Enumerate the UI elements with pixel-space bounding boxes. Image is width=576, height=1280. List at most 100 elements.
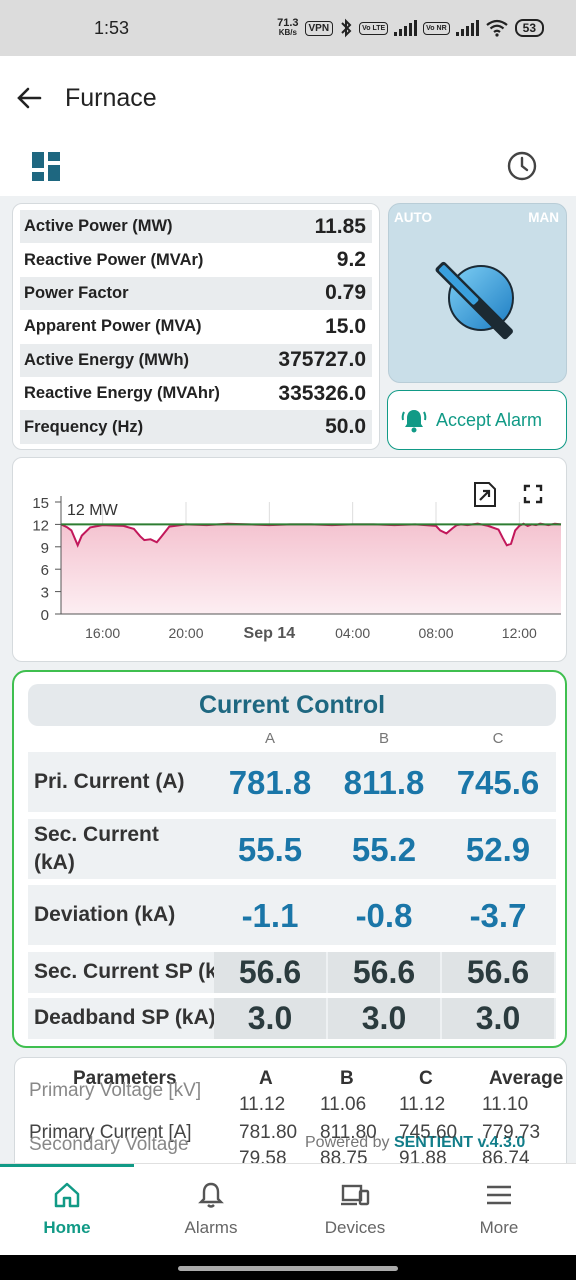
power-label: Frequency (Hz) [24,417,144,436]
net-speed: 71.3 KB/s [277,17,299,38]
alarm-bell-icon [401,410,427,433]
column-header: A [264,730,275,747]
bluetooth-icon [341,18,352,38]
row-value: 781.8 [228,764,312,801]
power-values-card: Active Power (MW) 11.85 Reactive Power (MV… [12,203,380,450]
row-value: 55.5 [237,831,303,868]
status-time: 1:53 [94,17,130,38]
power-row: Active Power (MW) 11.85 [20,210,372,244]
row-value: 52.9 [465,831,531,868]
home-icon [54,1182,80,1208]
power-value: 9.2 [336,248,366,272]
power-label: Power Factor [24,283,129,302]
auto-manual-switch[interactable]: AUTO MAN [388,203,567,383]
parameter-value: 811.80 [320,1122,377,1143]
bell-icon [198,1182,224,1208]
battery-icon: 53 [514,19,544,37]
devices-icon [341,1184,370,1206]
nav-item-more[interactable]: More [434,1180,564,1238]
power-trend-chart: 15 12 9 6 3 0 16:00 20:00 Sep 14 04:00 08:00 12:00 1… [12,457,567,662]
setpoint-input[interactable]: 3.0 [328,998,440,1039]
export-file-icon[interactable] [474,482,496,507]
setpoint-input[interactable]: 3.0 [442,998,554,1039]
parameter-value: 11.12 [239,1094,286,1115]
power-label: Reactive Power (MVAr) [24,250,204,269]
back-arrow-icon[interactable] [14,82,46,114]
nav-label: Devices [324,1218,386,1237]
parameters-header: A [259,1068,273,1089]
parameter-value: 11.06 [320,1094,367,1115]
chart-y-tick-label: 15 [32,495,49,512]
power-value: 50.0 [325,415,366,439]
power-label: Active Power (MW) [24,217,173,236]
volte-icon: Vo LTE [359,21,389,35]
column-header: C [492,730,504,747]
nav-item-alarms[interactable]: Alarms [146,1180,276,1238]
power-row: Apparent Power (MVA) 15.0 [20,310,372,343]
chart-x-tick-label: 12:00 [502,625,537,641]
signal-icon-2 [455,20,479,36]
row-value: -1.1 [241,897,299,934]
row-value: 55.2 [351,831,417,868]
nav-label: Home [43,1218,91,1237]
history-clock-icon[interactable] [506,150,538,182]
setpoint-input[interactable]: 3.0 [214,998,326,1039]
row-label: Deviation (kA) [34,903,176,926]
power-value: 15.0 [325,314,366,338]
dashboard-icon[interactable] [32,152,62,182]
parameter-value: 11.10 [482,1094,529,1115]
nav-item-home[interactable]: Home [2,1180,132,1238]
vpn-icon: VPN [304,20,334,36]
row-value: 811.8 [343,764,425,801]
status-icons: 71.3 KB/s VPN Vo LTE Vo NR 53 [277,18,544,38]
parameter-label: Primary Voltage [kV] [29,1080,202,1101]
row-label: Sec. Current SP (kA) [34,960,214,983]
chart-area-fill [61,523,561,614]
chart-y-tick-label: 0 [41,607,49,624]
power-row: Power Factor 0.79 [20,276,372,311]
power-row: Frequency (Hz) 50.0 [20,410,372,444]
setpoint-input[interactable]: 56.6 [442,952,554,993]
vonr-icon: Vo NR [423,21,450,35]
row-value: 745.6 [456,764,540,801]
setpoint-input[interactable]: 56.6 [328,952,440,993]
parameters-header: B [340,1068,354,1089]
parameter-label: Secondary Voltage [29,1134,189,1155]
column-header: B [378,730,389,747]
power-value: 0.79 [325,281,366,305]
chart-y-tick-label: 3 [41,585,49,602]
parameters-header: Average [489,1068,564,1089]
accept-alarm-button[interactable]: Accept Alarm [387,390,567,450]
parameter-value: 11.12 [399,1094,446,1115]
fullscreen-icon[interactable] [523,484,543,504]
power-label: Reactive Energy (MVAhr) [24,384,220,403]
signal-icon [394,20,418,36]
chart-x-tick-label: 16:00 [85,625,120,641]
bottom-navigation: Home Alarms Devices More [0,1163,576,1255]
chart-y-tick-label: 6 [41,562,49,579]
current-control-card: Current Control A B C Pri. Current (A) 781.8… [12,670,567,1048]
current-control-row: Sec. Current SP (kA)56.656.656.6 [28,952,556,993]
current-control-row: Deadband SP (kA) 3.0 3.0 3.0 [28,998,556,1039]
parameter-value: 779.73 [482,1122,541,1143]
row-value: -3.7 [469,897,527,934]
menu-icon [487,1185,511,1205]
row-label: Deadband SP (kA) [34,1006,214,1029]
chart-x-tick-label: 08:00 [418,625,453,641]
chart-y-tick-label: 9 [41,540,49,557]
chart-series-label: 12 MW [67,502,119,519]
parameter-value: 745.60 [399,1122,458,1143]
nav-item-devices[interactable]: Devices [290,1180,420,1238]
power-value: 335326.0 [278,381,366,405]
current-control-title: Current Control [28,684,556,726]
home-gesture-handle[interactable] [178,1266,398,1271]
selector-knob-icon[interactable] [421,248,531,358]
row-label: Sec. Current (kA) [34,823,159,874]
chart-y-tick-label: 12 [32,517,49,534]
parameter-value: 781.80 [239,1122,298,1143]
power-row: Active Energy (MWh) 375727.0 [20,343,372,377]
nav-label: More [479,1218,519,1237]
chart-x-tick-label: 20:00 [168,625,203,641]
status-bar: 1:53 71.3 KB/s VPN Vo LTE Vo NR 53 [0,0,576,56]
setpoint-input[interactable]: 56.6 [214,952,326,993]
